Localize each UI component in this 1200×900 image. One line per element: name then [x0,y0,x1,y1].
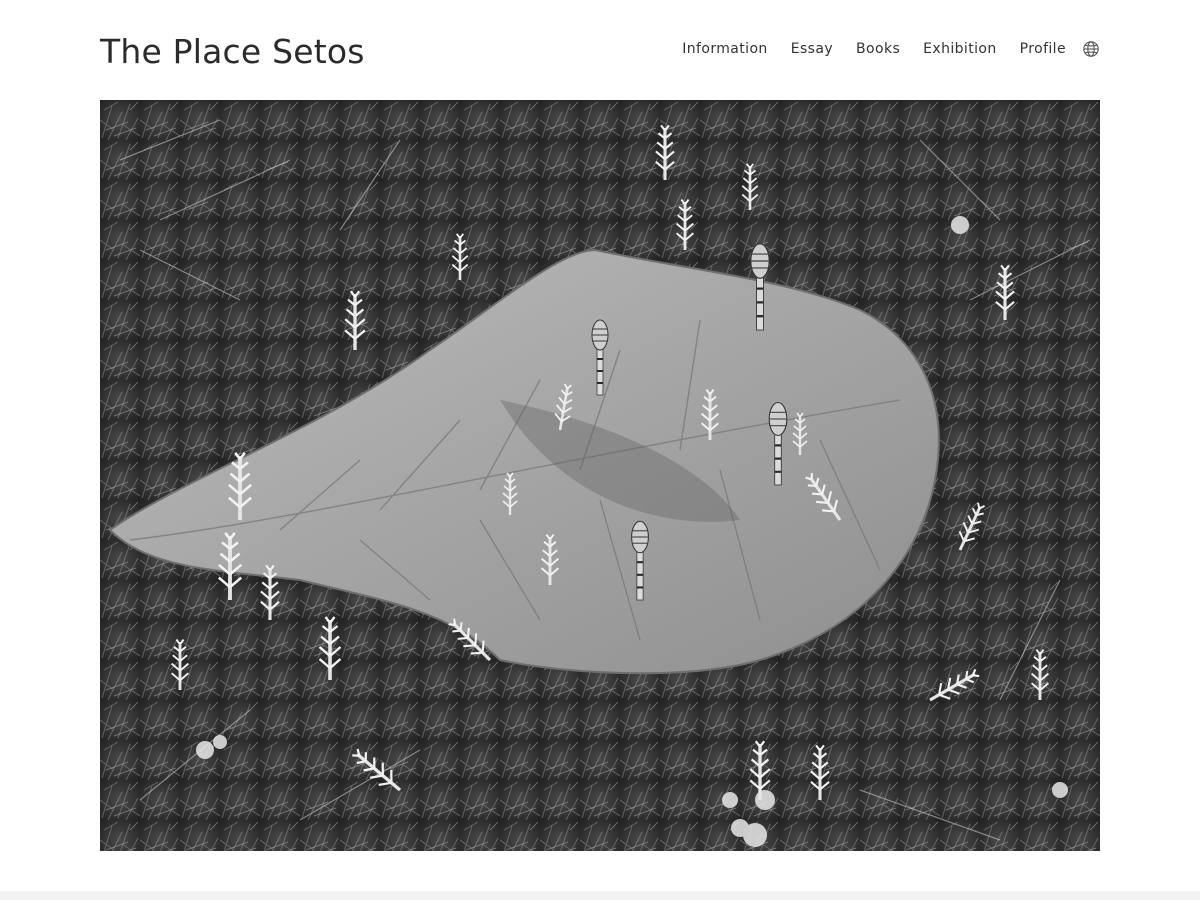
hero-image [100,100,1100,851]
nav-essay[interactable]: Essay [791,39,833,59]
nav-information[interactable]: Information [682,39,767,59]
site-header: The Place Setos Information Essay Books … [100,26,1100,76]
nav-exhibition[interactable]: Exhibition [923,39,997,59]
globe-icon[interactable] [1082,40,1100,58]
footer-strip [0,891,1200,900]
site-title[interactable]: The Place Setos [100,30,365,74]
hero-photo[interactable] [100,100,1100,851]
nav-books[interactable]: Books [856,39,900,59]
nav-profile[interactable]: Profile [1020,39,1066,59]
main-nav: Information Essay Books Exhibition Profi… [682,39,1100,59]
